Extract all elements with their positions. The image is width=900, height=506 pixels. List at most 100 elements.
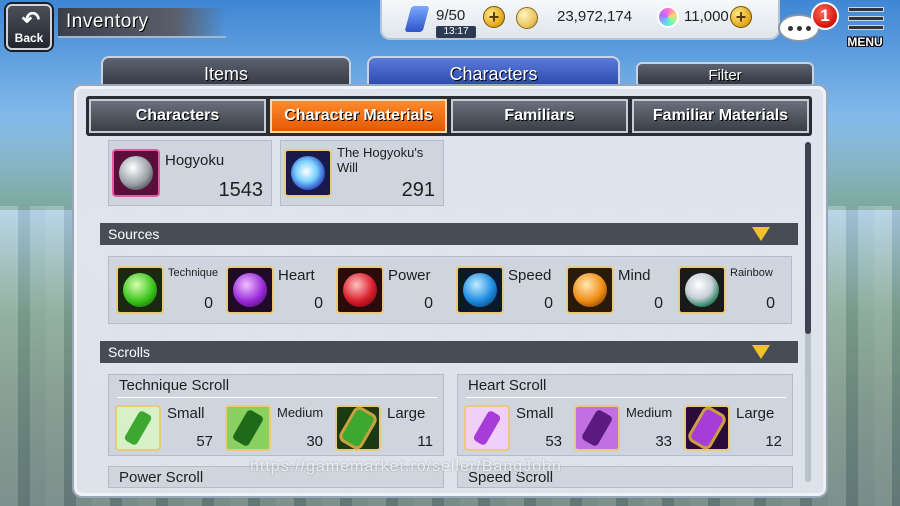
section-title: Sources	[108, 226, 160, 242]
source-item-speed[interactable]: Speed 0	[449, 257, 559, 325]
power-orb-icon	[336, 266, 384, 314]
collapse-triangle-icon	[752, 345, 770, 359]
source-count: 0	[424, 295, 433, 312]
collapse-triangle-icon	[752, 227, 770, 241]
source-name: Heart	[278, 267, 315, 284]
divider	[117, 397, 437, 398]
subtab-familiars[interactable]: Familiars	[451, 99, 628, 133]
hogyoku-will-icon	[284, 149, 332, 197]
source-name: Speed	[508, 267, 552, 284]
subtab-label: Character Materials	[284, 107, 433, 124]
source-name: Rainbow	[730, 267, 773, 279]
scrolls-section-header[interactable]: Scrolls	[100, 341, 798, 363]
source-item-rainbow[interactable]: Rainbow 0	[671, 257, 781, 325]
heart-scroll-small[interactable]: Small 53	[460, 403, 570, 453]
scroll-group-title: Technique Scroll	[119, 377, 230, 394]
technique-scroll-group: Technique Scroll Small 57 Medium 30 Larg…	[108, 374, 444, 456]
spirit-orb-icon	[657, 6, 679, 28]
tab-items-label: Items	[203, 63, 248, 84]
purple-scroll-medium-icon	[574, 405, 620, 451]
section-title: Scrolls	[108, 344, 151, 360]
notification-badge: 1	[811, 2, 839, 30]
stamina-timer: 13:17	[436, 26, 476, 38]
source-item-mind[interactable]: Mind 0	[559, 257, 669, 325]
sources-list: Technique 0 Heart 0 Power 0 Speed 0 Mind…	[108, 256, 792, 324]
source-count: 0	[766, 295, 775, 312]
material-name: Hogyoku	[165, 152, 225, 169]
scroll-count: 53	[545, 433, 562, 450]
scroll-count: 57	[196, 433, 213, 450]
back-button[interactable]: ↶ Back	[6, 4, 52, 50]
watermark-text: https://gamemarket.ro/seller/BangJohn	[250, 458, 562, 475]
scroll-size: Small	[516, 405, 554, 422]
green-scroll-medium-icon	[225, 405, 271, 451]
sources-section-header[interactable]: Sources	[100, 223, 798, 245]
scroll-group-title: Heart Scroll	[468, 377, 547, 394]
scroll-count: 33	[655, 433, 672, 450]
heart-scroll-large[interactable]: Large 12	[680, 403, 790, 453]
subtab-character-materials[interactable]: Character Materials	[270, 99, 447, 133]
hogyoku-icon	[112, 149, 160, 197]
tab-characters[interactable]: Characters	[367, 56, 620, 90]
purple-scroll-small-icon	[464, 405, 510, 451]
technique-scroll-medium[interactable]: Medium 30	[221, 403, 331, 453]
menu-button[interactable]: MENU	[842, 4, 888, 50]
scroll-count: 11	[417, 433, 433, 450]
source-count: 0	[204, 295, 213, 312]
source-count: 0	[544, 295, 553, 312]
scrollbar[interactable]	[805, 142, 811, 482]
technique-scroll-small[interactable]: Small 57	[111, 403, 221, 453]
tab-items[interactable]: Items	[101, 56, 351, 90]
scrollbar-thumb[interactable]	[805, 142, 811, 334]
subtab-familiar-materials[interactable]: Familiar Materials	[632, 99, 809, 133]
tab-characters-label: Characters	[449, 63, 538, 84]
scroll-size: Large	[736, 405, 775, 422]
gold-coin-icon	[516, 7, 538, 29]
gold-value: 23,972,174	[557, 8, 633, 25]
top-bar: ↶ Back Inventory 9/50 13:17 + 23,972,174…	[0, 0, 900, 52]
back-label: Back	[14, 31, 44, 45]
heart-scroll-group: Heart Scroll Small 53 Medium 33 Large 12	[457, 374, 793, 456]
scroll-group-title: Power Scroll	[119, 469, 204, 486]
source-name: Power	[388, 267, 431, 284]
hamburger-icon	[848, 7, 884, 34]
green-scroll-small-icon	[115, 405, 161, 451]
filter-label: Filter	[708, 66, 742, 84]
scroll-size: Small	[167, 405, 205, 422]
speed-orb-icon	[456, 266, 504, 314]
source-item-heart[interactable]: Heart 0	[219, 257, 329, 325]
material-card-hogyoku-will[interactable]: The Hogyoku's Will 291	[280, 140, 444, 206]
source-name: Technique	[168, 267, 219, 279]
scroll-count: 12	[765, 433, 782, 450]
material-count: 1543	[218, 179, 264, 201]
scroll-size: Medium	[626, 405, 673, 420]
heart-orb-icon	[226, 266, 274, 314]
source-item-technique[interactable]: Technique 0	[109, 257, 219, 325]
technique-orb-icon	[116, 266, 164, 314]
add-stamina-button[interactable]: +	[483, 6, 505, 28]
material-count: 291	[401, 179, 435, 201]
filter-button[interactable]: Filter	[636, 62, 814, 88]
scroll-size: Large	[387, 405, 426, 422]
source-item-power[interactable]: Power 0	[329, 257, 439, 325]
heart-scroll-medium[interactable]: Medium 33	[570, 403, 680, 453]
source-count: 0	[314, 295, 323, 312]
scroll-count: 30	[306, 433, 323, 450]
source-name: Mind	[618, 267, 651, 284]
add-gems-button[interactable]: +	[730, 6, 752, 28]
page-title-plate: Inventory	[58, 8, 226, 38]
rainbow-orb-icon	[678, 266, 726, 314]
subtab-characters[interactable]: Characters	[89, 99, 266, 133]
subtab-label: Characters	[135, 107, 220, 124]
menu-label: MENU	[847, 35, 883, 49]
purple-scroll-large-icon	[684, 405, 730, 451]
subtab-label: Familiar Materials	[652, 107, 789, 124]
technique-scroll-large[interactable]: Large 11	[331, 403, 441, 453]
stamina-value: 9/50	[436, 7, 466, 24]
subtab-label: Familiars	[504, 107, 575, 124]
gem-value: 11,000	[684, 8, 729, 25]
page-title: Inventory	[66, 11, 149, 32]
source-count: 0	[654, 295, 663, 312]
material-card-hogyoku[interactable]: Hogyoku 1543	[108, 140, 272, 206]
back-arrow-icon: ↶	[21, 7, 41, 32]
